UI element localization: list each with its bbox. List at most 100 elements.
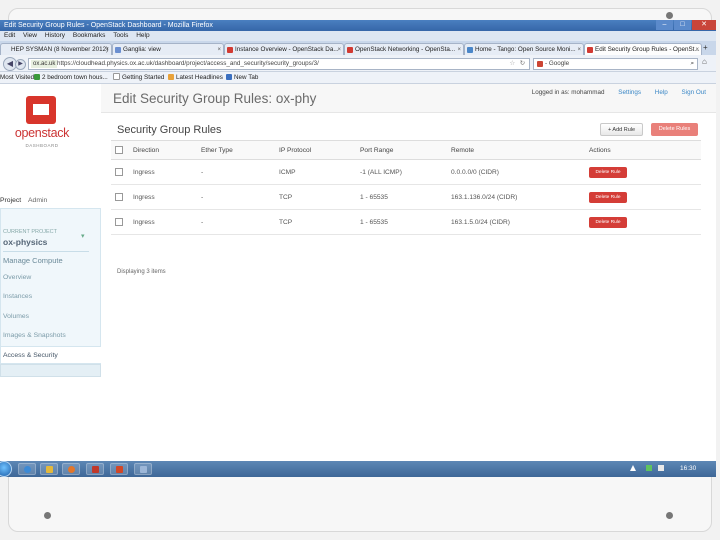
delete-rule-button[interactable]: Delete Rule	[589, 216, 627, 228]
openstack-favicon-icon	[347, 47, 353, 53]
network-status-icon[interactable]	[646, 465, 652, 471]
close-tab-icon[interactable]: ×	[105, 44, 109, 55]
menu-edit[interactable]: Edit	[4, 32, 15, 39]
security-group-rules-table: Direction Ether Type IP Protocol Port Ra…	[111, 140, 701, 235]
column-remote[interactable]: Remote	[447, 140, 585, 160]
column-ether-type[interactable]: Ether Type	[197, 140, 275, 160]
bookmark-star-icon[interactable]: ☆	[509, 59, 515, 69]
taskbar-network-button[interactable]	[134, 463, 152, 475]
close-tab-icon[interactable]: ×	[695, 44, 699, 55]
maximize-button[interactable]: □	[674, 20, 691, 30]
menu-tools[interactable]: Tools	[113, 32, 128, 39]
logo-text: openstack	[14, 126, 70, 140]
select-all-checkbox[interactable]	[115, 146, 123, 154]
forward-button[interactable]: ▶	[15, 59, 26, 70]
settings-link[interactable]: Settings	[618, 89, 641, 96]
tab-admin[interactable]: Admin	[28, 194, 47, 208]
row-checkbox[interactable]	[115, 193, 123, 201]
search-icon[interactable]: ⌕	[690, 59, 694, 69]
sign-out-link[interactable]: Sign Out	[681, 89, 706, 96]
column-port-range[interactable]: Port Range	[356, 140, 447, 160]
window-title: Edit Security Group Rules - OpenStack Da…	[4, 22, 213, 29]
close-tab-icon[interactable]: ×	[337, 44, 341, 55]
navigation-bar: ◀ ▶ ox.ac.uk https://cloudhead.physics.o…	[0, 55, 716, 72]
table-item-count: Displaying 3 items	[117, 269, 166, 275]
sidebar-item-overview[interactable]: Overview	[3, 274, 31, 281]
bookmark-getting-started[interactable]: Getting Started	[113, 72, 164, 83]
browser-tab-instance-overview[interactable]: Instance Overview - OpenStack Da... ×	[224, 43, 344, 55]
menu-bar: Edit View History Bookmarks Tools Help	[0, 31, 716, 41]
cell-direction: Ingress	[129, 209, 197, 235]
browser-screenshot: Edit Security Group Rules - OpenStack Da…	[0, 20, 716, 477]
taskbar-ie-button[interactable]	[18, 463, 36, 475]
search-engine-label: - Google	[545, 60, 570, 67]
bookmark-most-visited[interactable]: Most Visited	[0, 72, 34, 83]
add-rule-button[interactable]: + Add Rule	[600, 123, 643, 136]
sidebar-item-instances[interactable]: Instances	[3, 293, 32, 300]
slide-dot-right	[666, 512, 673, 519]
home-icon[interactable]: ⌂	[702, 57, 707, 66]
delete-rules-button[interactable]: Delete Rules	[651, 123, 698, 136]
openstack-logo-icon	[26, 96, 56, 124]
menu-history[interactable]: History	[45, 32, 65, 39]
taskbar-app-button[interactable]	[86, 463, 104, 475]
bookmark-town-house[interactable]: 2 bedroom town hous...	[34, 72, 108, 83]
page-title: Edit Security Group Rules: ox-phy	[113, 91, 317, 106]
network-icon	[140, 466, 147, 473]
close-tab-icon[interactable]: ×	[457, 44, 461, 55]
sidebar-item-images-snapshots[interactable]: Images & Snapshots	[3, 332, 66, 339]
new-tab-button[interactable]: +	[703, 43, 708, 52]
close-tab-icon[interactable]: ×	[577, 44, 581, 55]
openstack-logo[interactable]: openstack DASHBOARD	[14, 96, 70, 156]
bookmark-new-tab[interactable]: New Tab	[226, 72, 258, 83]
divider	[3, 251, 89, 252]
delete-rule-button[interactable]: Delete Rule	[589, 191, 627, 203]
minimize-button[interactable]: –	[656, 20, 673, 30]
sidebar-item-volumes[interactable]: Volumes	[3, 313, 29, 320]
cell-port-range: 1 - 65535	[356, 184, 447, 210]
show-hidden-icons-icon[interactable]	[630, 465, 636, 471]
sidebar-tabs: Project Admin	[0, 194, 101, 208]
browser-tab-openstack-networking[interactable]: OpenStack Networking - OpenSta... ×	[344, 43, 464, 55]
browser-tab-edit-security-rules[interactable]: Edit Security Group Rules - OpenSt... ×	[584, 43, 702, 55]
menu-help[interactable]: Help	[136, 32, 149, 39]
delete-rule-button[interactable]: Delete Rule	[589, 166, 627, 178]
section-heading: Manage Compute	[3, 256, 63, 265]
menu-bookmarks[interactable]: Bookmarks	[73, 32, 106, 39]
taskbar-powerpoint-button[interactable]	[110, 463, 128, 475]
cell-direction: Ingress	[129, 184, 197, 210]
browser-tab-tango-home[interactable]: Home - Tango: Open Source Moni... ×	[464, 43, 584, 55]
tab-project[interactable]: Project	[0, 194, 21, 208]
search-box[interactable]: - Google ⌕	[533, 58, 698, 70]
current-project-caption: CURRENT PROJECT	[3, 229, 57, 235]
row-checkbox[interactable]	[115, 168, 123, 176]
bookmark-icon	[226, 74, 232, 80]
cell-ip-protocol: TCP	[275, 184, 356, 210]
help-link[interactable]: Help	[655, 89, 668, 96]
clock[interactable]: 16:30	[680, 461, 696, 477]
column-ip-protocol[interactable]: IP Protocol	[275, 140, 356, 160]
close-tab-icon[interactable]: ×	[217, 44, 221, 55]
browser-tab-hep-sysman[interactable]: HEP SYSMAN (8 November 2012) ×	[0, 43, 112, 55]
sidebar-item-access-security[interactable]: Access & Security	[1, 346, 102, 364]
row-checkbox[interactable]	[115, 218, 123, 226]
cell-remote: 163.1.5.0/24 (CIDR)	[447, 209, 585, 235]
cell-ip-protocol: TCP	[275, 209, 356, 235]
project-switcher[interactable]: ox-physics	[3, 237, 47, 247]
reload-icon[interactable]: ↻	[520, 59, 525, 69]
start-button[interactable]	[0, 461, 12, 477]
browser-tab-ganglia[interactable]: Ganglia: view ×	[112, 43, 224, 55]
taskbar-explorer-button[interactable]	[40, 463, 58, 475]
bookmark-latest-headlines[interactable]: Latest Headlines	[168, 72, 223, 83]
chevron-down-icon[interactable]: ▾	[81, 232, 85, 240]
close-window-button[interactable]: ✕	[692, 20, 716, 30]
url-text: https://cloudhead.physics.ox.ac.uk/dashb…	[57, 60, 319, 67]
taskbar-firefox-button[interactable]	[62, 463, 80, 475]
address-bar[interactable]: ox.ac.uk https://cloudhead.physics.ox.ac…	[28, 58, 530, 70]
site-identity-badge[interactable]: ox.ac.uk	[31, 60, 58, 68]
volume-icon[interactable]	[658, 465, 664, 471]
table-header-row: Direction Ether Type IP Protocol Port Ra…	[111, 140, 701, 160]
tab-label: OpenStack Networking - OpenSta...	[355, 46, 456, 53]
column-direction[interactable]: Direction	[129, 140, 197, 160]
menu-view[interactable]: View	[23, 32, 37, 39]
